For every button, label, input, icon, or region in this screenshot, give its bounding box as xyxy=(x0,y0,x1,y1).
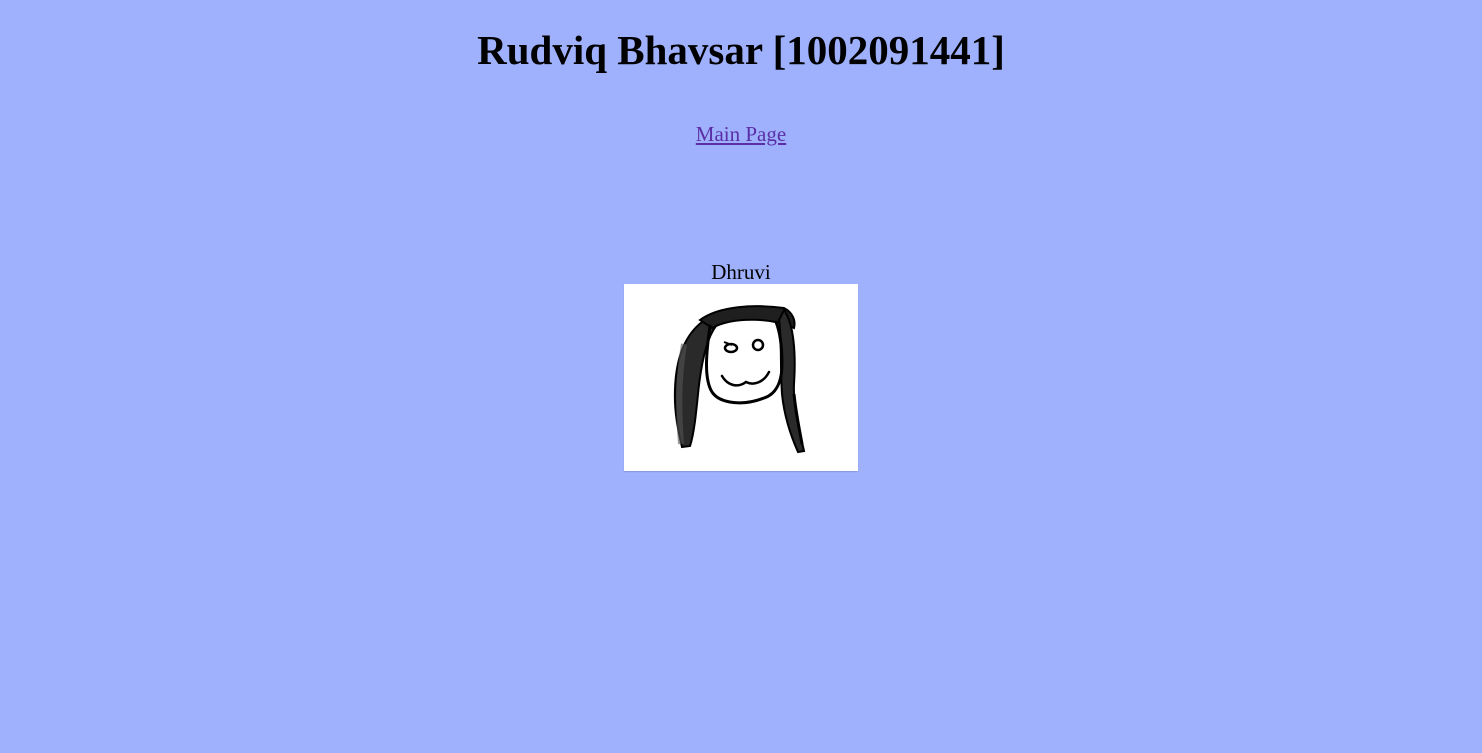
page-title: Rudviq Bhavsar [1002091441] xyxy=(477,27,1005,73)
drawing-figure: Dhruvi xyxy=(0,260,1482,471)
main-page-link[interactable]: Main Page xyxy=(696,122,786,146)
hand-drawn-face-icon xyxy=(624,284,858,471)
page: Rudviq Bhavsar [1002091441] Main Page Dh… xyxy=(0,0,1482,753)
drawing-caption: Dhruvi xyxy=(711,260,771,284)
nav: Main Page xyxy=(0,121,1482,147)
